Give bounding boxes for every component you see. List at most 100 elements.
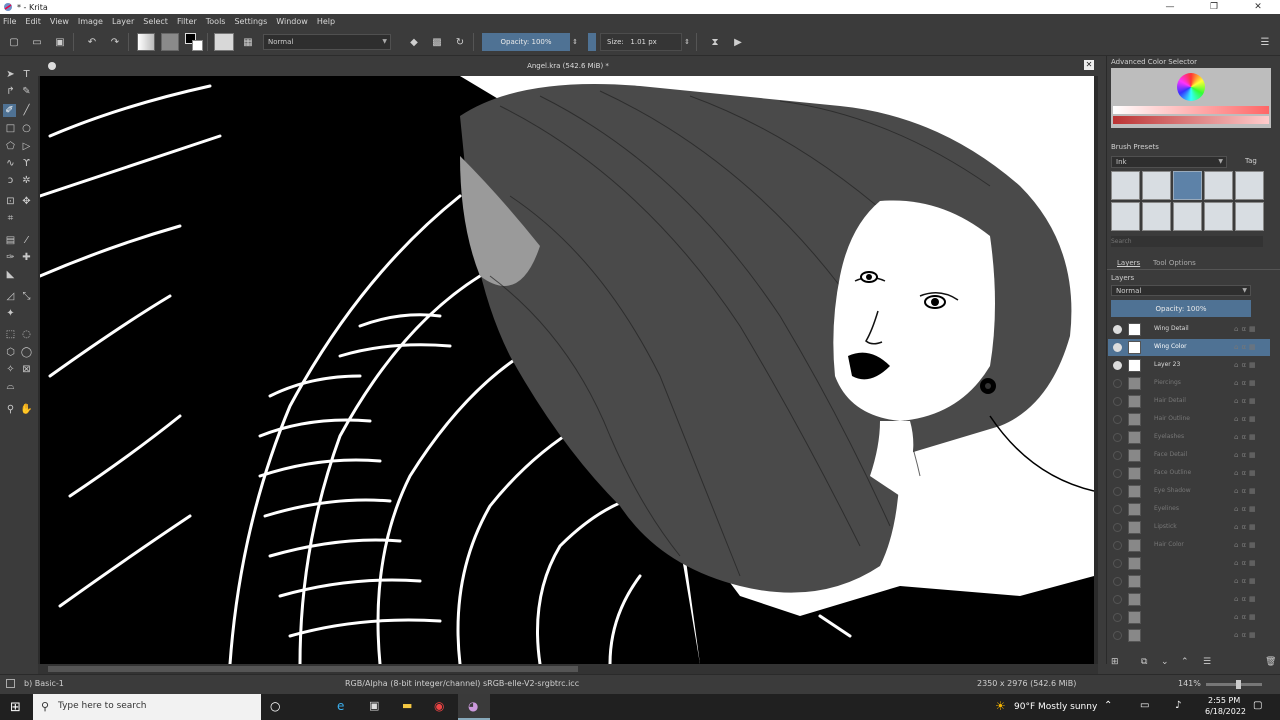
explorer-icon[interactable]: ▬ bbox=[402, 699, 412, 712]
layer-row[interactable]: Hair Outline ⌂α▦ bbox=[1108, 411, 1270, 428]
horizontal-scrollbar[interactable] bbox=[38, 664, 1098, 674]
eye-hidden-icon[interactable] bbox=[1113, 559, 1122, 568]
eye-hidden-icon[interactable] bbox=[1113, 577, 1122, 586]
layer-row[interactable]: Lipstick ⌂α▦ bbox=[1108, 519, 1270, 536]
size-field[interactable]: Size: 1.01 px bbox=[600, 33, 682, 51]
brush-preset-ink-5[interactable] bbox=[1173, 202, 1202, 231]
zoom-tool-icon[interactable]: ⚲ bbox=[4, 403, 17, 416]
calligraphy-icon[interactable]: ✎ bbox=[20, 85, 33, 98]
layer-lock-alpha-icons[interactable]: ⌂α▦ bbox=[1234, 487, 1259, 495]
layer-row[interactable]: Wing Detail ⌂α▦ bbox=[1108, 321, 1270, 338]
eye-hidden-icon[interactable] bbox=[1113, 451, 1122, 460]
layer-lock-alpha-icons[interactable]: ⌂α▦ bbox=[1234, 559, 1259, 567]
add-layer-icon[interactable]: ⊞ bbox=[1111, 657, 1119, 667]
eye-hidden-icon[interactable] bbox=[1113, 415, 1122, 424]
move-down-icon[interactable]: ⌄ bbox=[1161, 657, 1169, 667]
zoom-slider[interactable] bbox=[1206, 680, 1262, 689]
opacity-slider[interactable]: Opacity: 100% bbox=[482, 33, 570, 51]
layer-row[interactable]: Face Detail ⌂α▦ bbox=[1108, 447, 1270, 464]
layer-lock-alpha-icons[interactable]: ⌂α▦ bbox=[1234, 541, 1259, 549]
layer-lock-alpha-icons[interactable]: ⌂α▦ bbox=[1234, 469, 1259, 477]
menu-help[interactable]: Help bbox=[317, 17, 335, 26]
opacity-stepper[interactable]: ⇕ bbox=[570, 33, 580, 51]
mirror-vertical-icon[interactable]: ▶ bbox=[729, 33, 747, 51]
menu-window[interactable]: Window bbox=[276, 17, 308, 26]
close-button[interactable]: ✕ bbox=[1236, 0, 1280, 14]
brush-preset-ink-7[interactable] bbox=[1235, 202, 1264, 231]
fill-tool-icon[interactable]: ◣ bbox=[4, 268, 17, 281]
blend-mode-select[interactable]: Normal ▼ bbox=[263, 34, 391, 50]
layer-row[interactable]: ⌂α▦ bbox=[1108, 573, 1270, 590]
clock-time[interactable]: 2:55 PM bbox=[1208, 696, 1240, 705]
select-shapes-icon[interactable]: ➤ bbox=[4, 68, 17, 81]
menu-select[interactable]: Select bbox=[143, 17, 168, 26]
freehand-select-icon[interactable]: ◯ bbox=[20, 346, 33, 359]
layer-lock-alpha-icons[interactable]: ⌂α▦ bbox=[1234, 577, 1259, 585]
layer-lock-alpha-icons[interactable]: ⌂α▦ bbox=[1234, 397, 1259, 405]
gradient-swatch[interactable] bbox=[137, 33, 155, 51]
reload-preset-icon[interactable]: ↻ bbox=[451, 33, 469, 51]
brush-preset-blue-pen[interactable] bbox=[1173, 171, 1202, 200]
layer-properties-icon[interactable]: ☰ bbox=[1203, 657, 1211, 667]
layer-lock-alpha-icons[interactable]: ⌂α▦ bbox=[1234, 613, 1259, 621]
layer-blend-select[interactable]: Normal ▼ bbox=[1111, 285, 1251, 296]
drawing-canvas[interactable] bbox=[40, 76, 1094, 664]
gradient-tool-icon[interactable]: ▤ bbox=[4, 234, 17, 247]
volume-icon[interactable]: ♪ bbox=[1175, 700, 1181, 711]
move-tool-icon[interactable]: ✥ bbox=[20, 195, 33, 208]
layer-lock-alpha-icons[interactable]: ⌂α▦ bbox=[1234, 379, 1259, 387]
layer-lock-alpha-icons[interactable]: ⌂α▦ bbox=[1234, 451, 1259, 459]
tag-button[interactable]: Tag bbox=[1245, 157, 1257, 165]
start-icon[interactable]: ⊞ bbox=[10, 700, 21, 715]
crop-tool-icon[interactable]: ⌗ bbox=[4, 212, 17, 225]
new-document-icon[interactable]: ▢ bbox=[5, 33, 23, 51]
layer-row[interactable]: ⌂α▦ bbox=[1108, 591, 1270, 608]
ellipse-select-icon[interactable]: ◌ bbox=[20, 328, 33, 341]
color-gradient-bar[interactable] bbox=[1113, 116, 1269, 124]
krita-taskbar-icon[interactable]: ◕ bbox=[458, 694, 490, 720]
color-gradient-bar[interactable] bbox=[1113, 106, 1269, 114]
flow-slider[interactable] bbox=[588, 33, 596, 51]
size-stepper[interactable]: ⇕ bbox=[682, 33, 692, 51]
dynamic-brush-icon[interactable]: ↄ bbox=[4, 174, 17, 187]
freehand-path-icon[interactable]: ϒ bbox=[20, 157, 33, 170]
colorize-mask-icon[interactable]: ✑ bbox=[4, 251, 17, 264]
maximize-button[interactable]: ❐ bbox=[1192, 0, 1236, 14]
layer-row[interactable]: Piercings ⌂α▦ bbox=[1108, 375, 1270, 392]
eye-hidden-icon[interactable] bbox=[1113, 505, 1122, 514]
edge-icon[interactable]: e bbox=[337, 699, 344, 713]
layer-row[interactable]: Eyelines ⌂α▦ bbox=[1108, 501, 1270, 518]
duplicate-layer-icon[interactable]: ⧉ bbox=[1141, 657, 1147, 667]
minimize-button[interactable]: — bbox=[1148, 0, 1192, 14]
eye-hidden-icon[interactable] bbox=[1113, 397, 1122, 406]
layer-lock-alpha-icons[interactable]: ⌂α▦ bbox=[1234, 595, 1259, 603]
layer-lock-alpha-icons[interactable]: ⌂α▦ bbox=[1234, 361, 1259, 369]
layer-lock-alpha-icons[interactable]: ⌂α▦ bbox=[1234, 523, 1259, 531]
layer-row[interactable]: Hair Color ⌂α▦ bbox=[1108, 537, 1270, 554]
smart-patch-icon[interactable]: ✚ bbox=[20, 251, 33, 264]
brush-preset-pencil[interactable] bbox=[1142, 171, 1171, 200]
eye-visible-icon[interactable] bbox=[1113, 361, 1122, 370]
eye-hidden-icon[interactable] bbox=[1113, 523, 1122, 532]
document-tab[interactable]: Angel.kra (542.6 MiB) * ✕ bbox=[38, 56, 1098, 76]
brush-preset-ink-3[interactable] bbox=[1111, 202, 1140, 231]
polyline-tool-icon[interactable]: ▷ bbox=[20, 140, 33, 153]
menu-view[interactable]: View bbox=[50, 17, 69, 26]
layer-row[interactable]: Eyelashes ⌂α▦ bbox=[1108, 429, 1270, 446]
eye-hidden-icon[interactable] bbox=[1113, 433, 1122, 442]
weather-text[interactable]: 90°F Mostly sunny bbox=[1014, 702, 1097, 712]
menu-tools[interactable]: Tools bbox=[206, 17, 226, 26]
assistant-tool-icon[interactable]: ◿ bbox=[4, 290, 17, 303]
layer-row[interactable]: ⌂α▦ bbox=[1108, 627, 1270, 644]
brush-preset-ink-1[interactable] bbox=[1204, 171, 1233, 200]
scrollbar-thumb[interactable] bbox=[48, 666, 578, 672]
contiguous-select-icon[interactable]: ✧ bbox=[4, 363, 17, 376]
color-wheel-icon[interactable] bbox=[1177, 73, 1205, 101]
color-selector-widget[interactable] bbox=[1111, 68, 1271, 128]
menu-settings[interactable]: Settings bbox=[234, 17, 267, 26]
menu-file[interactable]: File bbox=[3, 17, 16, 26]
layer-lock-alpha-icons[interactable]: ⌂α▦ bbox=[1234, 343, 1259, 351]
layer-lock-alpha-icons[interactable]: ⌂α▦ bbox=[1234, 433, 1259, 441]
close-document-icon[interactable]: ✕ bbox=[1084, 60, 1094, 70]
clock-date[interactable]: 6/18/2022 bbox=[1205, 707, 1246, 716]
